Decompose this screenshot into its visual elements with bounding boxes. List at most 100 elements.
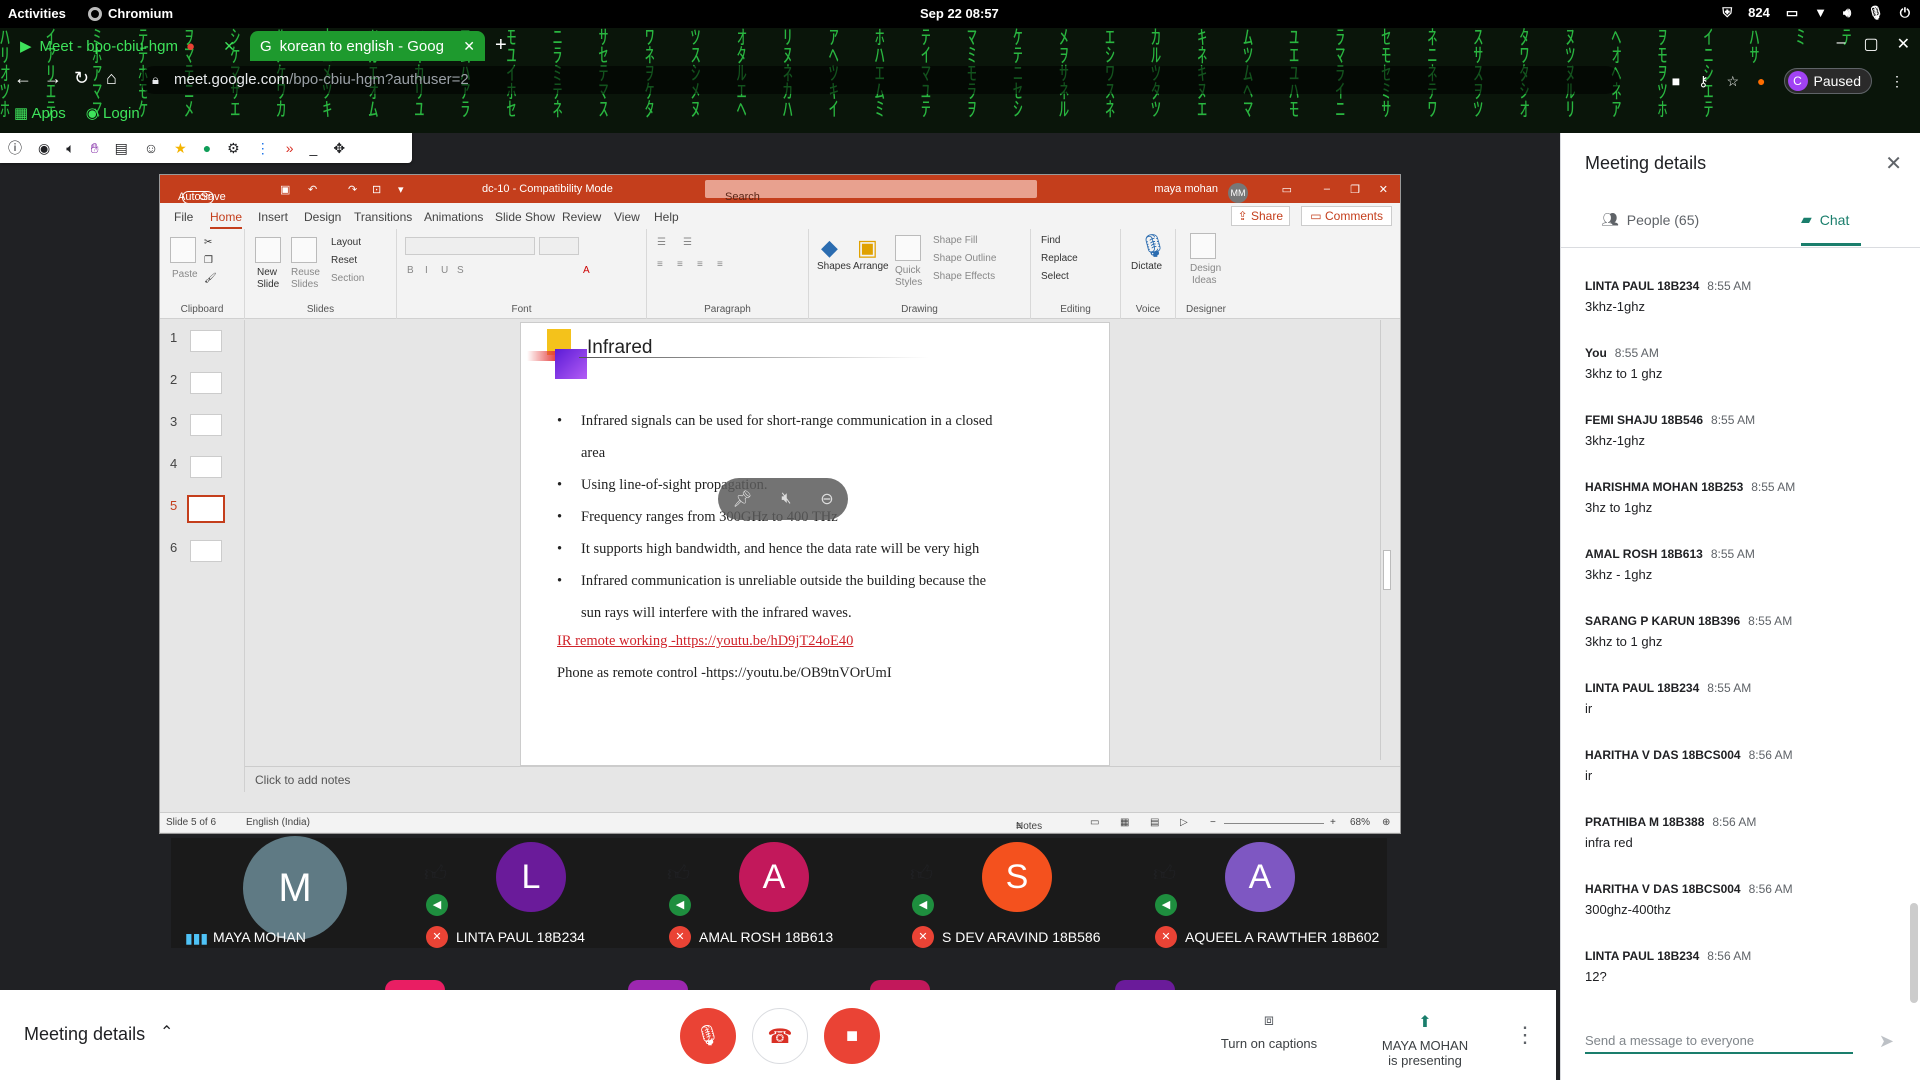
menu-kebab-icon[interactable]: ⋮ — [1890, 73, 1904, 90]
address-bar[interactable]: 🔒︎ meet.google.com/bpo-cbiu-hgm?authuser… — [140, 66, 1620, 94]
info-icon[interactable]: ⓘ — [8, 138, 22, 158]
tab-chat[interactable]: ▰ Chat — [1801, 211, 1849, 228]
participant-tile[interactable]: M ▮▮▮ MAYA MOHAN — [171, 836, 416, 948]
section-button[interactable]: Section — [331, 273, 364, 284]
tab-home[interactable]: Home — [210, 210, 243, 229]
find-button[interactable]: Find — [1041, 235, 1060, 246]
participant-tile[interactable]: 👍︎ ◀ S ✕ S DEV ARAVIND 18B586 — [902, 838, 1147, 948]
font-size-field[interactable] — [539, 237, 579, 255]
restore-icon[interactable]: ❐ — [1350, 183, 1360, 196]
select-button[interactable]: Select — [1041, 271, 1069, 282]
ribbon-display-icon[interactable]: ▭ — [1282, 183, 1292, 196]
camera-toggle-button[interactable]: ■ — [824, 1008, 880, 1064]
bullets-icon[interactable]: ☰ — [657, 237, 666, 248]
user-avatar[interactable]: MM — [1228, 183, 1248, 203]
minimize-toolbar-icon[interactable]: _ — [310, 140, 318, 156]
new-tab-button[interactable]: + — [495, 34, 507, 57]
format-painter-icon[interactable]: 🖌︎ — [204, 273, 217, 284]
close-icon[interactable]: ✕ — [463, 38, 475, 55]
justify-icon[interactable]: ≡ — [717, 259, 723, 270]
layout-button[interactable]: Layout — [331, 237, 361, 248]
align-right-icon[interactable]: ≡ — [697, 259, 703, 270]
scrollbar-thumb[interactable] — [1383, 550, 1391, 590]
align-center-icon[interactable]: ≡ — [677, 259, 683, 270]
fast-forward-icon[interactable]: » — [286, 140, 294, 156]
slide-title[interactable]: Infrared — [587, 337, 652, 359]
close-icon[interactable]: ✕ — [1379, 183, 1388, 196]
chat-scrollbar[interactable] — [1910, 903, 1918, 1003]
shapes-icon[interactable]: ◆ — [821, 235, 838, 261]
italic-icon[interactable]: I — [425, 265, 428, 276]
profile-button[interactable]: C Paused — [1783, 68, 1872, 94]
paste-icon[interactable] — [170, 237, 196, 263]
volume-icon[interactable]: 🔈︎ — [66, 140, 74, 157]
strikethrough-icon[interactable]: S — [457, 265, 464, 276]
move-icon[interactable]: ✥ — [333, 140, 345, 157]
bookmark-star-icon[interactable]: ☆ — [1726, 73, 1739, 90]
customize-qat-icon[interactable]: ▾ — [398, 183, 404, 196]
slide-canvas[interactable]: Infrared • Infrared signals can be used f… — [520, 322, 1110, 766]
tab-people[interactable]: 👥︎ People (65) — [1601, 211, 1699, 228]
align-left-icon[interactable]: ≡ — [657, 259, 663, 270]
tab-help[interactable]: Help — [654, 210, 679, 224]
eye-icon[interactable]: ◉ — [38, 140, 50, 157]
tab-file[interactable]: File — [174, 210, 193, 224]
pin-icon[interactable]: 📌︎ — [732, 489, 752, 509]
font-color-icon[interactable]: A — [583, 265, 590, 276]
raise-hand-icon[interactable]: ✋︎ — [91, 140, 99, 157]
chat-bubble-icon[interactable]: ● — [203, 140, 211, 156]
activities-button[interactable]: Activities — [8, 6, 66, 21]
close-window-icon[interactable]: ✕ — [1897, 34, 1910, 54]
tab-google-search[interactable]: G korean to english - Goog ✕ — [250, 31, 485, 61]
notes-pane[interactable]: Click to add notes — [245, 766, 1400, 792]
tab-insert[interactable]: Insert — [258, 210, 288, 224]
font-name-field[interactable] — [405, 237, 535, 255]
back-icon[interactable]: ← — [14, 68, 32, 89]
arrange-icon[interactable]: ▣ — [857, 235, 878, 261]
shape-outline-button[interactable]: Shape Outline — [933, 253, 996, 264]
extension-icon[interactable]: ● — [1757, 73, 1765, 89]
tab-animations[interactable]: Animations — [424, 210, 483, 224]
tab-meet[interactable]: ▶ Meet - bpo-cbiu-hgm ● ✕ — [10, 31, 245, 61]
zoom-level[interactable]: 68% — [1350, 817, 1370, 828]
meeting-details-button[interactable]: Meeting details — [24, 1024, 145, 1045]
reload-icon[interactable]: ↻ — [74, 68, 89, 89]
sorter-view-icon[interactable]: ▦ — [1120, 817, 1129, 828]
send-icon[interactable]: ➤ — [1879, 1031, 1894, 1052]
more-vertical-icon[interactable]: ⋮ — [256, 140, 270, 157]
redo-icon[interactable]: ↷ — [348, 183, 357, 196]
shape-effects-button[interactable]: Shape Effects — [933, 271, 995, 282]
shape-fill-button[interactable]: Shape Fill — [933, 235, 977, 246]
underline-icon[interactable]: U — [441, 265, 448, 276]
fit-to-window-icon[interactable]: ⊕ — [1382, 817, 1390, 828]
quick-styles-icon[interactable] — [895, 235, 921, 261]
settings-gear-icon[interactable]: ⚙ — [227, 140, 240, 157]
zoom-in-icon[interactable]: + — [1330, 817, 1336, 828]
cut-icon[interactable]: ✂ — [204, 237, 212, 248]
bookmark-apps[interactable]: ▦ Apps — [14, 104, 66, 122]
slide-scrollbar[interactable] — [1380, 320, 1392, 760]
numbering-icon[interactable]: ☰ — [683, 237, 692, 248]
bold-icon[interactable]: B — [407, 265, 414, 276]
tab-review[interactable]: Review — [562, 210, 601, 224]
new-slide-icon[interactable] — [255, 237, 281, 263]
tab-transitions[interactable]: Transitions — [354, 210, 412, 224]
present-icon[interactable]: ⊡ — [372, 183, 381, 196]
tab-design[interactable]: Design — [304, 210, 341, 224]
minimize-icon[interactable]: – — [1324, 183, 1330, 195]
reuse-slides-icon[interactable] — [291, 237, 317, 263]
notes-icon[interactable]: ▤ — [115, 140, 128, 157]
camera-icon[interactable]: ■ — [1672, 73, 1680, 89]
more-options-icon[interactable]: ⋮ — [1514, 1022, 1536, 1048]
presenting-button[interactable]: ⬆ MAYA MOHAN is presenting — [1370, 1012, 1480, 1068]
close-icon[interactable]: ✕ — [223, 38, 235, 55]
chat-input[interactable]: Send a message to everyone — [1585, 1033, 1853, 1054]
language-status[interactable]: English (India) — [246, 817, 310, 828]
zoom-out-icon[interactable]: − — [1210, 817, 1216, 828]
emoji-icon[interactable]: ☺ — [144, 140, 158, 156]
tab-slide-show[interactable]: Slide Show — [495, 210, 555, 224]
participant-tile[interactable]: 👍︎ ◀ A ✕ AMAL ROSH 18B613 — [659, 838, 904, 948]
normal-view-icon[interactable]: ▭ — [1090, 817, 1099, 828]
clock[interactable]: Sep 22 08:57 — [920, 6, 999, 21]
badge-icon[interactable]: ★ — [174, 140, 187, 157]
